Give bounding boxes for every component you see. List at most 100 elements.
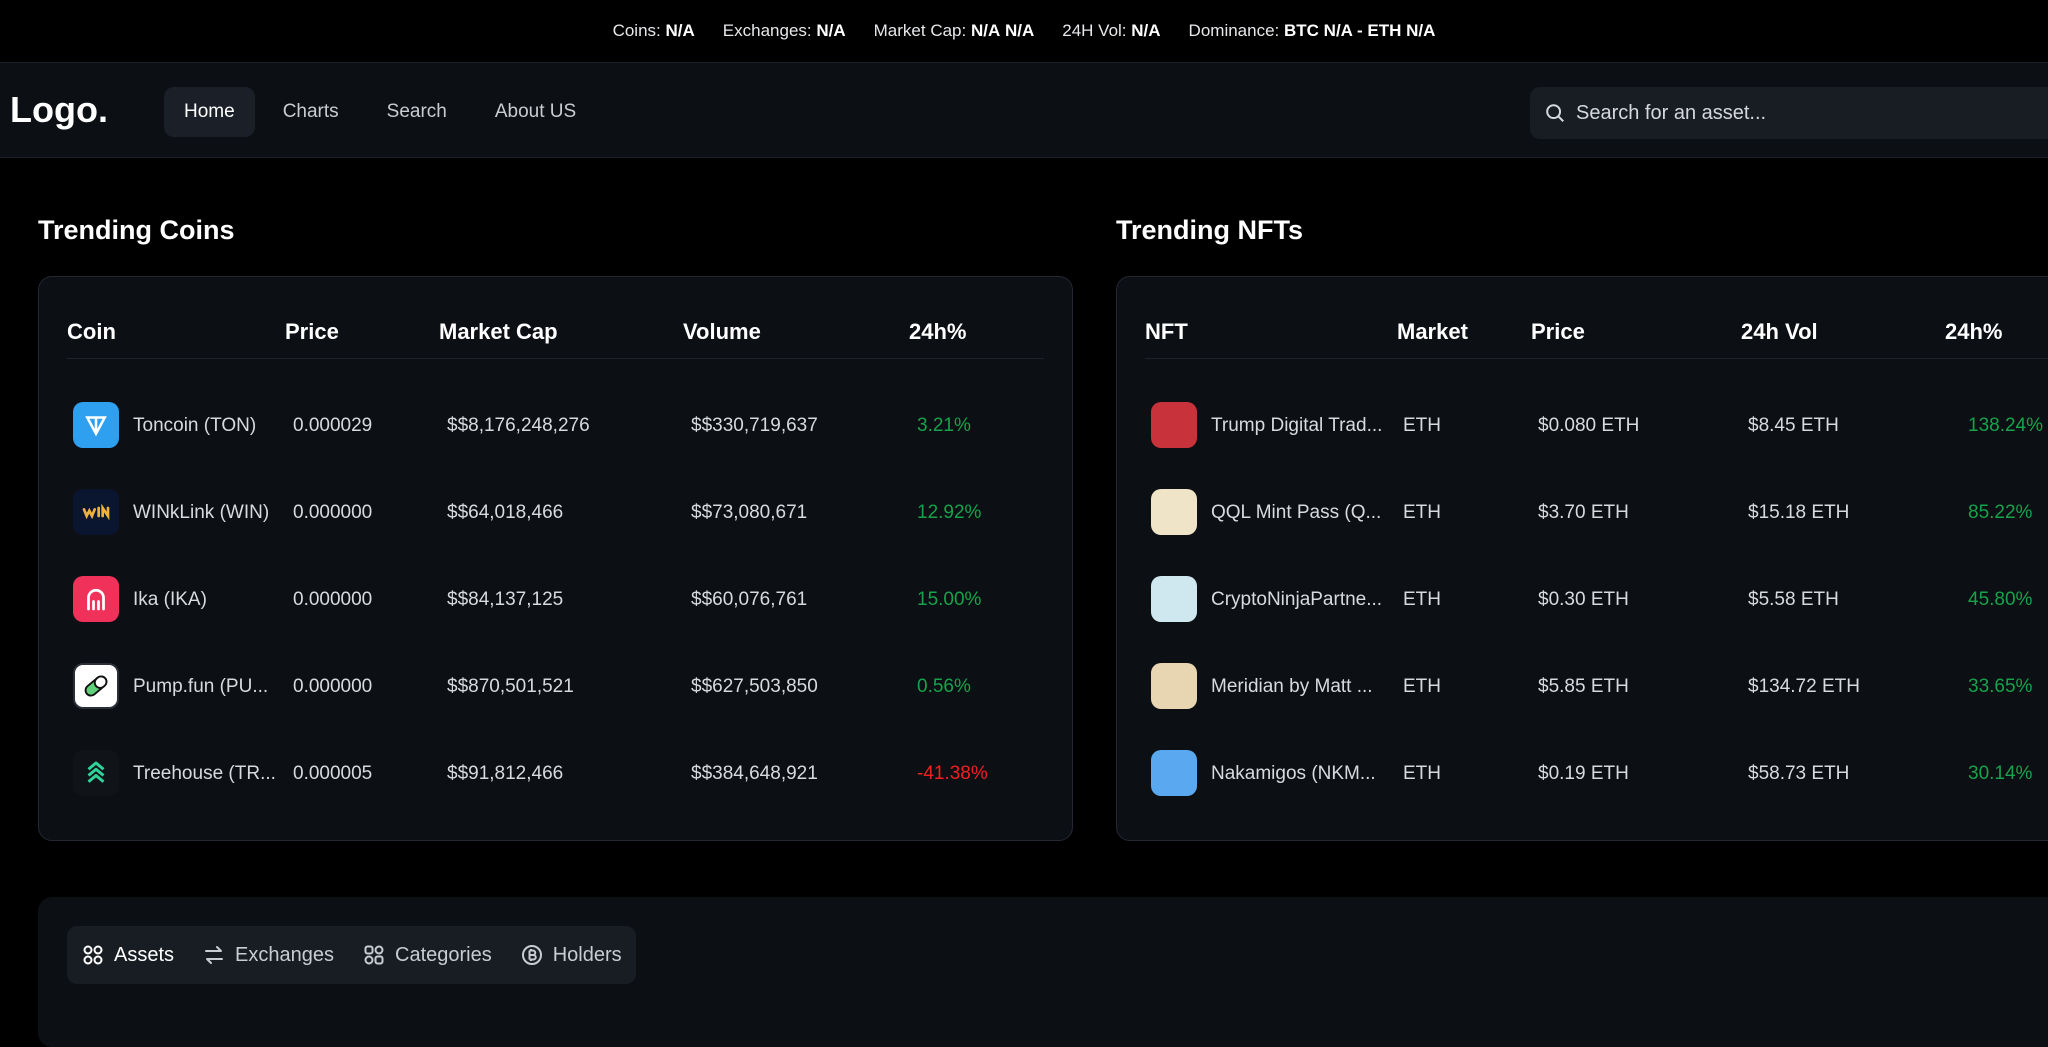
explore-tabs: Assets Exchanges Categories Holders xyxy=(67,926,636,984)
swap-arrows-icon xyxy=(205,946,224,964)
logo[interactable]: Logo. xyxy=(10,89,108,131)
nav-home[interactable]: Home xyxy=(164,87,255,137)
coin-name: Treehouse (TR... xyxy=(133,763,276,784)
tab-holders[interactable]: Holders xyxy=(520,943,622,967)
header-market: Market xyxy=(1397,319,1468,344)
nft-change: 138.24% xyxy=(1968,414,2044,436)
tab-assets[interactable]: Assets xyxy=(81,943,174,967)
header-nft: NFT xyxy=(1145,319,1188,344)
coin-volume: $$627,503,850 xyxy=(691,675,818,697)
trending-nfts-card: NFT Market Price 24h Vol 24h% Trump Digi… xyxy=(1116,276,2048,841)
coin-price: 0.000005 xyxy=(293,762,373,784)
nft-volume: $15.18 ETH xyxy=(1748,501,1850,523)
coin-change: 15.00% xyxy=(917,588,982,610)
grid-icon xyxy=(83,945,103,965)
header-24h-vol: 24h Vol xyxy=(1741,319,1818,344)
coin-row[interactable]: Treehouse (TR... 0.000005 $$91,812,466 $$38… xyxy=(39,730,1072,817)
coin-name: Pump.fun (PU... xyxy=(133,676,269,697)
header-24h-change: 24h% xyxy=(909,319,967,344)
ticker-exchanges: Exchanges: N/A xyxy=(722,21,846,40)
nft-row[interactable]: Trump Digital Trad... ETH $0.080 ETH $8.45 … xyxy=(1117,382,2048,469)
coin-market-cap: $$870,501,521 xyxy=(447,675,574,697)
nft-price: $5.85 ETH xyxy=(1538,675,1629,697)
header-nft-24h-change: 24h% xyxy=(1945,319,2003,344)
nav-about-us[interactable]: About US xyxy=(475,87,596,137)
header-market-cap: Market Cap xyxy=(439,319,558,344)
categories-icon xyxy=(364,945,384,965)
explore-panel: Assets Exchanges Categories Holders xyxy=(38,897,2048,1047)
nft-change: 33.65% xyxy=(1968,675,2033,697)
nav-search[interactable]: Search xyxy=(367,87,467,137)
nfts-table-header: NFT Market Price 24h Vol 24h% xyxy=(1145,307,2048,359)
coin-volume: $$384,648,921 xyxy=(691,762,818,784)
nft-name: CryptoNinjaPartne... xyxy=(1211,589,1383,610)
tab-assets-label: Assets xyxy=(114,943,175,966)
search-icon xyxy=(1546,104,1564,122)
tab-holders-label: Holders xyxy=(552,943,622,966)
nft-change: 30.14% xyxy=(1968,762,2033,784)
coin-name: WINkLink (WIN) xyxy=(133,502,270,523)
top-navbar: Logo. Home Charts Search About US xyxy=(0,62,2048,158)
coin-change: 12.92% xyxy=(917,501,982,523)
nft-volume: $58.73 ETH xyxy=(1748,762,1850,784)
coin-market-cap: $$84,137,125 xyxy=(447,588,564,610)
header-nft-price: Price xyxy=(1531,319,1585,344)
coin-name: Toncoin (TON) xyxy=(133,415,257,436)
coin-price: 0.000000 xyxy=(293,675,373,697)
nft-price: $0.19 ETH xyxy=(1538,762,1629,784)
meridian-nft-icon xyxy=(1151,663,1197,709)
pumpfun-icon xyxy=(73,663,119,709)
bitcoin-icon xyxy=(521,945,542,965)
treehouse-icon xyxy=(73,750,119,796)
nft-price: $3.70 ETH xyxy=(1538,501,1629,523)
trending-coins-title: Trending Coins xyxy=(38,215,235,245)
nft-market: ETH xyxy=(1403,414,1441,436)
coin-volume: $$73,080,671 xyxy=(691,501,808,523)
coin-price: 0.000000 xyxy=(293,501,373,523)
nakamigos-nft-icon xyxy=(1151,750,1197,796)
coin-price: 0.000029 xyxy=(293,414,373,436)
nav-charts[interactable]: Charts xyxy=(263,87,359,137)
ticker-24h-vol: 24H Vol: N/A xyxy=(1062,21,1161,40)
header-coin: Coin xyxy=(67,319,116,344)
nft-row[interactable]: QQL Mint Pass (Q... ETH $3.70 ETH $15.18 ET… xyxy=(1117,469,2048,556)
ticker-coins: Coins: N/A xyxy=(612,21,695,40)
coin-market-cap: $$64,018,466 xyxy=(447,501,564,523)
tab-categories[interactable]: Categories xyxy=(362,943,492,967)
nft-market: ETH xyxy=(1403,675,1441,697)
coin-row[interactable]: WINkLink (WIN) 0.000000 $$64,018,466 $$73,0… xyxy=(39,469,1072,556)
nft-row[interactable]: Meridian by Matt ... ETH $5.85 ETH $134.72 … xyxy=(1117,643,2048,730)
coin-market-cap: $$91,812,466 xyxy=(447,762,564,784)
coin-change: -41.38% xyxy=(917,762,988,784)
ticker-dominance: Dominance: BTC N/A - ETH N/A xyxy=(1188,21,1436,40)
trump-nft-icon xyxy=(1151,402,1197,448)
coin-row[interactable]: Pump.fun (PU... 0.000000 $$870,501,521 $$62… xyxy=(39,643,1072,730)
ticker-market-cap: Market Cap: N/A N/A xyxy=(873,21,1035,40)
coin-change: 3.21% xyxy=(917,414,971,436)
nft-row[interactable]: Nakamigos (NKM... ETH $0.19 ETH $58.73 ETH 3… xyxy=(1117,730,2048,817)
coin-row[interactable]: Ika (IKA) 0.000000 $$84,137,125 $$60,076,76… xyxy=(39,556,1072,643)
nft-name: Nakamigos (NKM... xyxy=(1211,763,1376,784)
nft-volume: $134.72 ETH xyxy=(1748,675,1860,697)
nft-name: QQL Mint Pass (Q... xyxy=(1211,502,1382,523)
coin-change: 0.56% xyxy=(917,675,971,697)
nft-change: 45.80% xyxy=(1968,588,2033,610)
global-stats-ticker: Coins: N/A Exchanges: N/A Market Cap: N/… xyxy=(0,0,2048,62)
tab-exchanges-label: Exchanges xyxy=(235,943,334,966)
qql-nft-icon xyxy=(1151,489,1197,535)
coin-volume: $$330,719,637 xyxy=(691,414,818,436)
toncoin-icon xyxy=(73,402,119,448)
nft-volume: $8.45 ETH xyxy=(1748,414,1839,436)
nft-market: ETH xyxy=(1403,588,1441,610)
nft-row[interactable]: CryptoNinjaPartne... ETH $0.30 ETH $5.58 ET… xyxy=(1117,556,2048,643)
coin-volume: $$60,076,761 xyxy=(691,588,808,610)
coins-table-header: Coin Price Market Cap Volume 24h% xyxy=(67,307,1044,359)
header-volume: Volume xyxy=(683,319,761,344)
tab-exchanges[interactable]: Exchanges xyxy=(202,943,334,967)
search-input[interactable] xyxy=(1576,101,2016,125)
ninja-nft-icon xyxy=(1151,576,1197,622)
coin-row[interactable]: Toncoin (TON) 0.000029 $$8,176,248,276 $$33… xyxy=(39,382,1072,469)
trending-nfts-title: Trending NFTs xyxy=(1116,215,1303,245)
asset-search[interactable] xyxy=(1530,87,2048,139)
winklink-icon xyxy=(73,489,119,535)
